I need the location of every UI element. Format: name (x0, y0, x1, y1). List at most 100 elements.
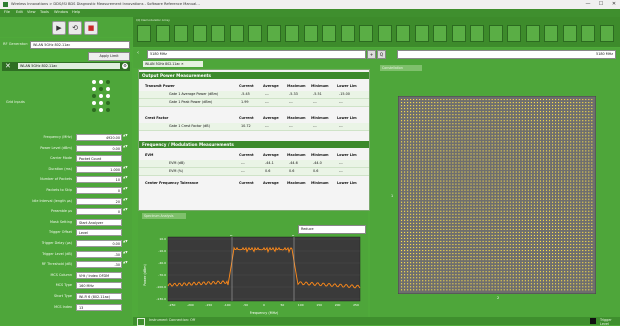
demodulator-block[interactable] (359, 25, 373, 42)
spinner-icon[interactable]: ▲▼ (123, 176, 128, 183)
input-dot[interactable] (106, 108, 110, 112)
demodulator-block[interactable] (137, 25, 151, 42)
demodulator-block[interactable] (562, 25, 577, 42)
demodulator-block[interactable] (525, 25, 540, 42)
standard-select[interactable]: WLAN 5GHz 802.11ac (18, 63, 120, 69)
spinner-icon[interactable]: ▲▼ (123, 250, 128, 258)
demodulator-block[interactable] (451, 25, 466, 42)
demodulator-block[interactable] (507, 25, 521, 42)
constellation-point (521, 201, 523, 203)
frequency-left-input[interactable]: 5180 MHz (147, 50, 366, 59)
add-button[interactable]: + (367, 50, 376, 59)
demodulator-block[interactable] (174, 25, 188, 42)
demodulator-block[interactable] (248, 25, 262, 42)
param-input[interactable]: 0 (76, 208, 122, 216)
demodulator-block[interactable] (414, 25, 429, 42)
spinner-icon[interactable]: ▲▼ (123, 144, 128, 152)
constellation-point (401, 198, 403, 200)
demodulator-block[interactable] (544, 25, 558, 42)
loop-icon[interactable]: ⟲ (68, 21, 82, 35)
rf-generator-select[interactable]: WLAN 5GHz 802.11ac (30, 41, 130, 49)
tab-wlan[interactable]: WLAN 5GHz 802.11ac ✕ (143, 61, 203, 67)
demodulator-block[interactable] (340, 25, 355, 42)
range-select[interactable]: Reduce (298, 225, 366, 234)
spinner-icon[interactable]: ▲▼ (123, 197, 128, 205)
gear-icon[interactable]: ⚙ (122, 63, 128, 69)
demodulator-block[interactable] (488, 25, 503, 42)
param-dropdown[interactable]: VHt / Index OFDM (76, 271, 122, 279)
demodulator-block[interactable] (211, 25, 225, 42)
param-dropdown[interactable]: Wi-Fi 6 (802.11ax) (76, 293, 122, 300)
input-dot[interactable] (92, 108, 96, 112)
input-dot[interactable] (99, 108, 103, 112)
input-dot[interactable] (106, 94, 110, 98)
param-input[interactable]: -30 (76, 250, 122, 258)
constellation-point (530, 177, 532, 179)
param-dropdown[interactable]: 13 (76, 303, 122, 311)
demodulator-block[interactable] (155, 25, 170, 42)
apply-limit-button[interactable]: Apply Limit (88, 52, 130, 61)
input-dot[interactable] (106, 87, 110, 91)
demodulator-block[interactable] (192, 25, 207, 42)
spinner-icon[interactable]: ▲▼ (123, 133, 128, 141)
tab-constellation[interactable]: Constellation (380, 65, 422, 71)
constellation-point (539, 240, 542, 243)
input-dot[interactable] (92, 101, 96, 105)
menu-edit[interactable]: Edit (16, 10, 23, 14)
demodulator-block[interactable] (303, 25, 318, 42)
param-input[interactable]: 0.00 (76, 144, 122, 152)
param-input[interactable]: 0 (76, 187, 122, 194)
minimize-button[interactable]: — (583, 1, 593, 8)
frequency-right-input[interactable]: 5180 MHz (397, 50, 616, 59)
spinner-icon[interactable]: ▲▼ (123, 260, 128, 268)
param-input[interactable]: 10 (76, 176, 122, 184)
input-dot[interactable] (106, 101, 110, 105)
play-icon[interactable]: ▶ (52, 21, 66, 35)
param-dropdown[interactable]: Start Analyzer (76, 218, 122, 226)
maximize-button[interactable]: ☐ (596, 1, 606, 8)
param-input[interactable]: 1.000 (76, 165, 122, 173)
menu-file[interactable]: File (4, 10, 10, 14)
input-dot[interactable] (99, 87, 103, 91)
spinner-icon[interactable]: ▲▼ (123, 207, 128, 215)
input-dot[interactable] (99, 101, 103, 105)
close-icon[interactable]: ✕ (5, 62, 11, 70)
menu-window[interactable]: Window (54, 10, 68, 14)
menu-help[interactable]: Help (72, 10, 80, 14)
spinner-icon[interactable]: ▲▼ (123, 186, 128, 194)
demodulator-block[interactable] (470, 25, 484, 42)
spinner-icon[interactable]: ▲▼ (123, 165, 128, 173)
input-dot[interactable] (92, 87, 96, 91)
demodulator-block[interactable] (285, 25, 299, 42)
param-label: Preamble µs (51, 209, 72, 214)
param-input[interactable]: 4920.00 (76, 134, 122, 141)
input-dot[interactable] (99, 94, 103, 98)
param-input[interactable]: -30 (76, 261, 122, 269)
demodulator-block[interactable] (433, 25, 447, 42)
param-dropdown[interactable]: Packet Count (76, 155, 122, 163)
demodulator-block[interactable] (599, 25, 614, 42)
search-icon[interactable]: Q (377, 50, 386, 59)
demodulator-block[interactable] (377, 25, 392, 42)
input-dot[interactable] (92, 94, 96, 98)
spinner-icon[interactable]: ▲▼ (123, 239, 128, 247)
menu-view[interactable]: View (27, 10, 36, 14)
tab-spectrum[interactable]: Spectrum Analysis (142, 213, 186, 219)
input-dot[interactable] (106, 80, 110, 84)
param-dropdown[interactable]: Level (76, 229, 122, 237)
chevron-left-icon[interactable]: ‹ (137, 50, 139, 56)
constellation-point (588, 256, 590, 258)
demodulator-block[interactable] (266, 25, 281, 42)
param-dropdown[interactable]: 160 MHz (76, 282, 122, 290)
menu-tools[interactable]: Tools (40, 10, 49, 14)
demodulator-block[interactable] (229, 25, 244, 42)
demodulator-block[interactable] (396, 25, 410, 42)
close-button[interactable]: ✕ (609, 1, 619, 8)
stop-icon[interactable]: ■ (84, 21, 98, 35)
param-input[interactable]: 20 (76, 197, 122, 205)
demodulator-block[interactable] (322, 25, 336, 42)
param-input[interactable]: 0.00 (76, 240, 122, 247)
demodulator-block[interactable] (581, 25, 595, 42)
input-dot[interactable] (92, 80, 96, 84)
input-dot[interactable] (99, 80, 103, 84)
